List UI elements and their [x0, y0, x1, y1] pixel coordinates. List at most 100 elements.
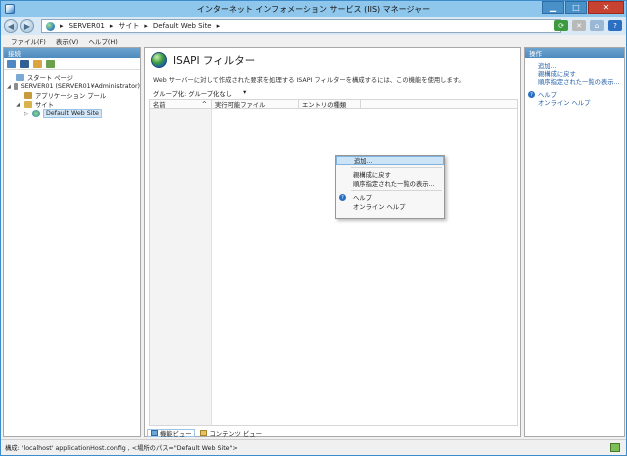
maximize-button[interactable]: □ [565, 1, 587, 14]
tab-label: 機能ビュー [160, 430, 192, 438]
stop-icon: ✕ [576, 21, 582, 30]
context-menu-help[interactable]: ? ヘルプ [336, 193, 444, 202]
minimize-icon: ▁ [549, 3, 557, 12]
help-dropdown-button[interactable]: ? [608, 20, 622, 31]
refresh-icon: ⟳ [558, 21, 564, 30]
tree-item-sites[interactable]: ◢ サイト [7, 100, 140, 109]
iis-manager-window: インターネット インフォメーション サービス (IIS) マネージャー ▁ □ … [0, 0, 627, 456]
tree-item-label: アプリケーション プール [35, 93, 107, 100]
breadcrumb-site[interactable]: Default Web Site [153, 22, 212, 30]
home-button[interactable]: ⌂ [590, 20, 604, 31]
list-header: 名前 ^ 実行可能ファイル エントリの種類 [150, 100, 517, 109]
actions-list: 追加... 親構成に戻す 順序指定された一覧の表示... ? ヘルプ オンライン… [525, 58, 624, 107]
breadcrumb-separator: ▸ [60, 22, 64, 30]
context-menu-view-ordered-list[interactable]: 順序指定された一覧の表示... [336, 179, 444, 188]
column-header-name[interactable]: 名前 ^ [150, 100, 212, 109]
expand-icon[interactable]: ◢ [7, 84, 11, 90]
tree-item-default-web-site[interactable]: ▷ Default Web Site [7, 109, 140, 118]
maximize-icon: □ [572, 3, 580, 12]
minimize-button[interactable]: ▁ [542, 1, 564, 14]
context-menu-online-help[interactable]: オンライン ヘルプ [336, 202, 444, 211]
isapi-filter-list[interactable]: 名前 ^ 実行可能ファイル エントリの種類 [149, 99, 518, 426]
menu-separator [351, 190, 442, 191]
action-help[interactable]: ? ヘルプ [528, 90, 624, 99]
status-bar: 構成: 'localhost' applicationHost.config ,… [1, 439, 626, 455]
context-menu-revert-to-parent[interactable]: 親構成に戻す [336, 170, 444, 179]
breadcrumb-separator: ▸ [144, 22, 148, 30]
connect-icon[interactable] [7, 59, 16, 68]
start-page-icon [16, 74, 24, 81]
tab-label: コンテンツ ビュー [209, 430, 262, 438]
menu-file[interactable]: ファイル(F) [11, 36, 46, 46]
tree-item-label: サイト [35, 102, 54, 109]
tree-item-server[interactable]: ◢ SERVER01 (SERVER01¥Administrator) [7, 82, 140, 91]
sort-ascending-icon: ^ [201, 100, 207, 108]
status-text: 構成: 'localhost' applicationHost.config ,… [5, 445, 238, 452]
actions-panel: 操作 追加... 親構成に戻す 順序指定された一覧の表示... ? ヘルプ オン… [524, 47, 625, 437]
connect-server-icon[interactable] [46, 59, 55, 68]
context-menu-add[interactable]: 追加... [336, 156, 444, 165]
tree-item-label: SERVER01 (SERVER01¥Administrator) [20, 83, 140, 90]
group-by-select[interactable]: グループ化なし ▾ [188, 89, 248, 98]
column-label: 名前 [153, 101, 166, 109]
tab-content-view[interactable]: コンテンツ ビュー [197, 429, 264, 438]
column-header-entry-type[interactable]: エントリの種類 [299, 100, 361, 109]
column-label: エントリの種類 [302, 101, 347, 109]
breadcrumb-server[interactable]: SERVER01 [69, 22, 105, 30]
navigation-bar: ◀ ▶ ▸ SERVER01 ▸ サイト ▸ Default Web Site … [1, 17, 626, 35]
menu-item-label: オンライン ヘルプ [353, 204, 406, 211]
content-view-icon [200, 430, 208, 436]
app-pool-icon [24, 92, 32, 99]
connections-header: 接続 [4, 48, 140, 58]
name-column-shade [150, 109, 212, 425]
collapse-icon[interactable]: ▷ [23, 111, 29, 117]
toolbar-right: ⟳ ✕ ⌂ ? [554, 20, 622, 31]
group-by-control: グループ化: グループ化なし ▾ [153, 89, 248, 98]
group-by-value: グループ化なし [188, 91, 232, 98]
actions-header: 操作 [525, 48, 624, 58]
refresh-button[interactable]: ⟳ [554, 20, 568, 31]
connections-tree: スタート ページ ◢ SERVER01 (SERVER01¥Administra… [4, 70, 140, 118]
menu-bar: ファイル(F) 表示(V) ヘルプ(H) [1, 35, 626, 46]
save-icon[interactable] [20, 59, 29, 68]
connections-toolbar [4, 58, 140, 70]
menu-view[interactable]: 表示(V) [56, 36, 79, 46]
view-tabs: 機能ビュー コンテンツ ビュー [147, 429, 265, 438]
help-icon: ? [528, 91, 535, 98]
action-online-help[interactable]: オンライン ヘルプ [538, 98, 624, 107]
expand-icon[interactable]: ◢ [15, 102, 21, 108]
feature-header: ISAPI フィルター [151, 52, 255, 68]
folder-icon[interactable] [33, 59, 42, 68]
menu-item-label: 順序指定された一覧の表示... [353, 181, 435, 188]
home-icon: ⌂ [594, 21, 600, 30]
feature-panel: ISAPI フィルター Web サーバーに対して作成された要求を処理する ISA… [144, 47, 521, 438]
title-bar: インターネット インフォメーション サービス (IIS) マネージャー ▁ □ … [1, 1, 626, 17]
feature-description: Web サーバーに対して作成された要求を処理する ISAPI フィルターを構成す… [153, 77, 465, 84]
action-view-ordered-list[interactable]: 順序指定された一覧の表示... [538, 77, 624, 86]
close-button[interactable]: ✕ [588, 1, 624, 14]
back-arrow-icon: ◀ [7, 21, 15, 31]
menu-help[interactable]: ヘルプ(H) [88, 36, 117, 46]
menu-item-label: ヘルプ [353, 195, 372, 202]
isapi-filter-globe-icon [151, 52, 167, 68]
breadcrumb-sites[interactable]: サイト [118, 21, 139, 31]
breadcrumb-separator: ▸ [109, 22, 114, 30]
stop-button[interactable]: ✕ [572, 20, 586, 31]
forward-button[interactable]: ▶ [20, 19, 34, 33]
window-title: インターネット インフォメーション サービス (IIS) マネージャー [196, 4, 431, 14]
tree-item-app-pools[interactable]: アプリケーション プール [7, 91, 140, 100]
sites-folder-icon [24, 101, 32, 108]
tree-item-label: Default Web Site [43, 109, 102, 118]
back-button[interactable]: ◀ [4, 19, 18, 33]
connections-panel: 接続 スタート ページ ◢ SERVER01 (SERVER01¥Adminis… [3, 47, 141, 437]
address-breadcrumb[interactable]: ▸ SERVER01 ▸ サイト ▸ Default Web Site ▸ [41, 19, 561, 33]
column-header-executable[interactable]: 実行可能ファイル [212, 100, 299, 109]
tab-features-view[interactable]: 機能ビュー [147, 429, 196, 438]
tree-item-label: スタート ページ [27, 75, 73, 82]
tree-item-start-page[interactable]: スタート ページ [7, 73, 140, 82]
help-icon: ? [339, 194, 346, 201]
globe-icon [46, 21, 55, 31]
website-globe-icon [32, 110, 40, 117]
page-title: ISAPI フィルター [173, 54, 256, 67]
group-by-label: グループ化: [153, 91, 187, 98]
